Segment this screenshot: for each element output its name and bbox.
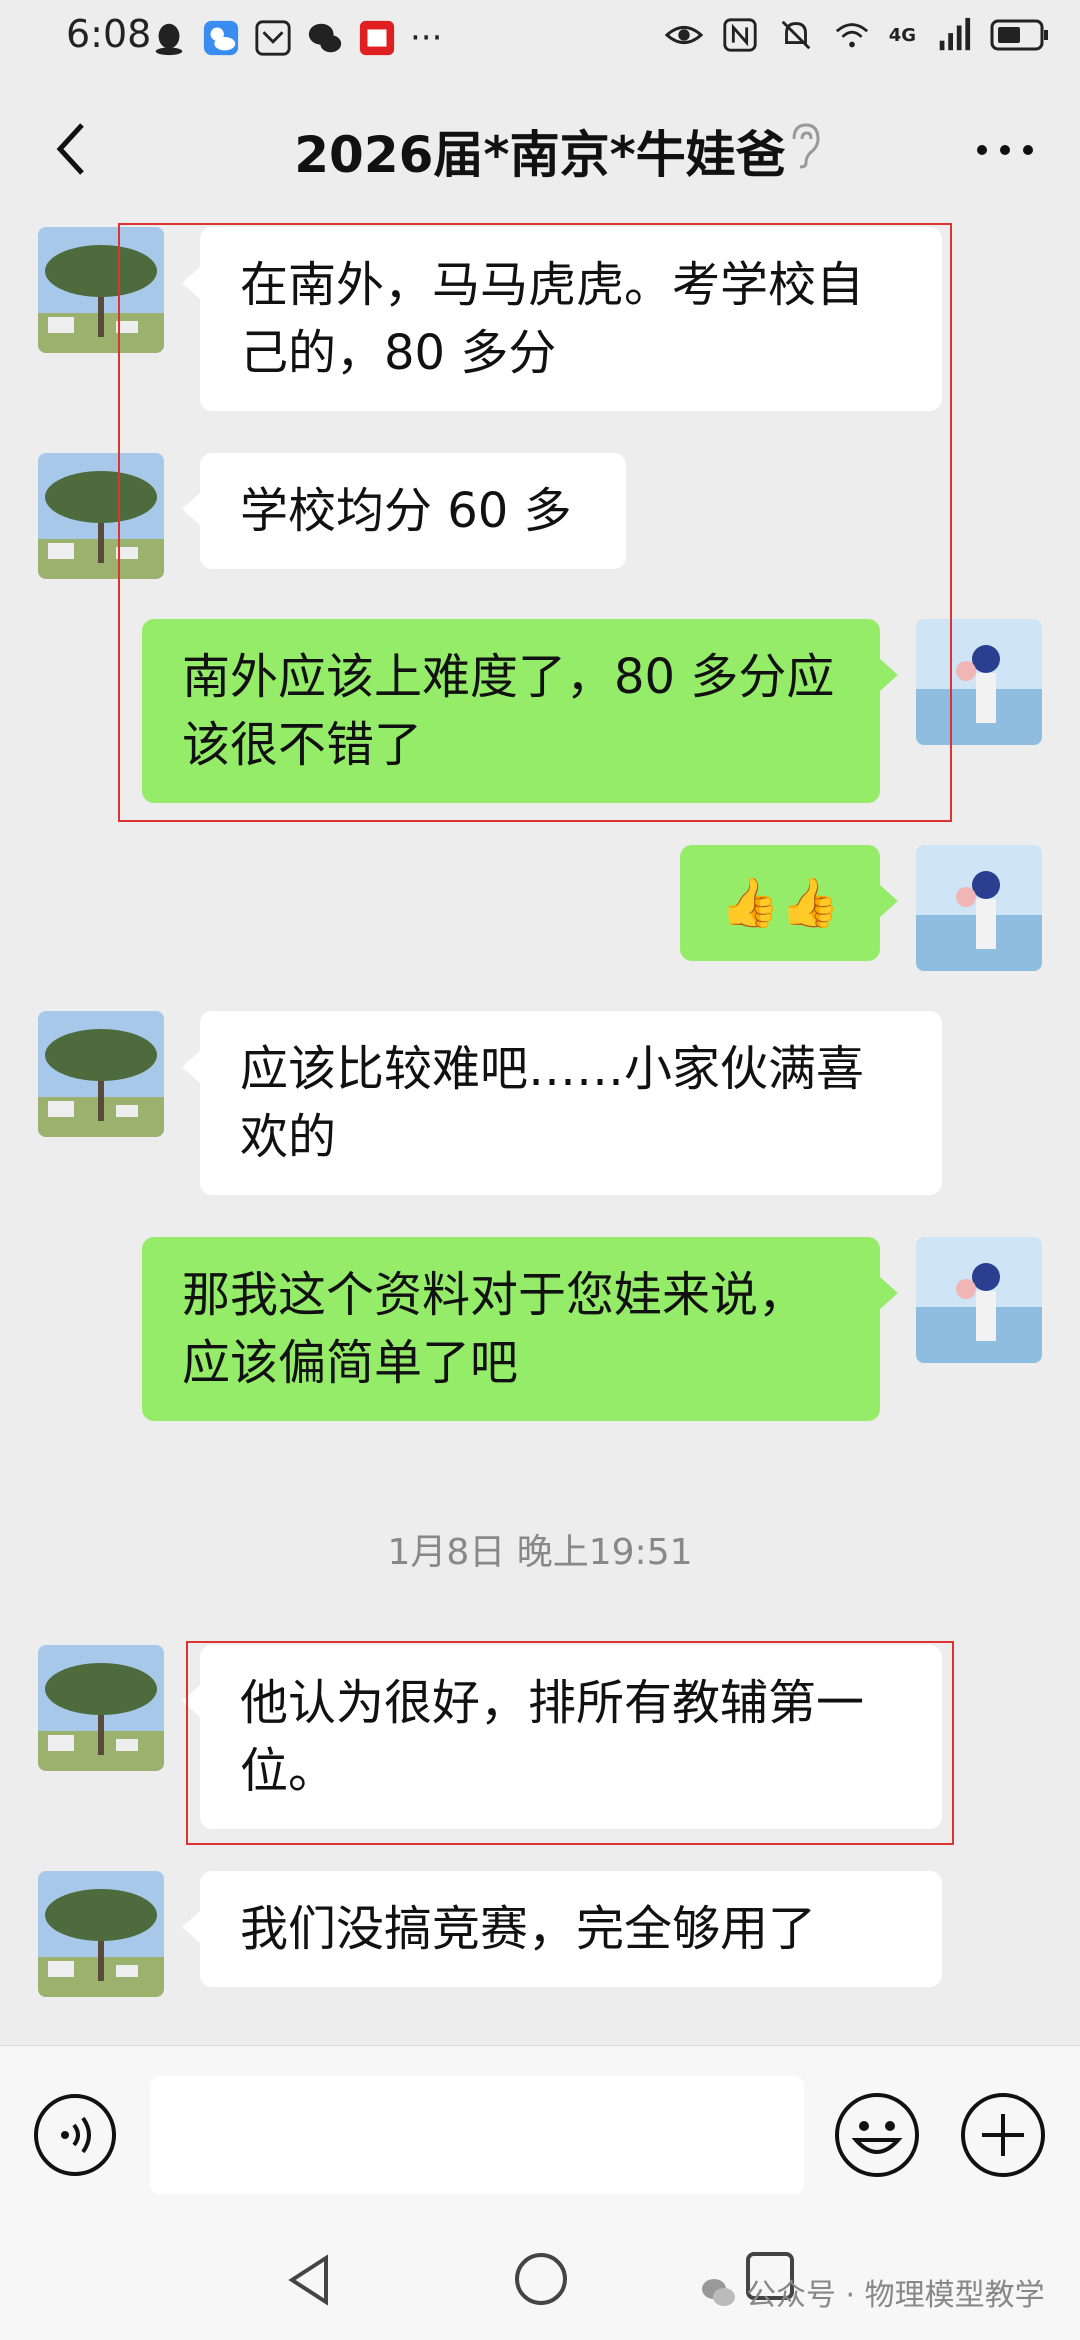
input-bar [0,2045,1080,2221]
voice-icon[interactable] [32,2092,118,2178]
battery-icon [990,19,1048,51]
avatar-self[interactable] [916,619,1042,745]
message-bubble: 他认为很好，排所有教辅第一位。 [182,1645,942,1829]
message-bubble: 那我这个资料对于您娃来说，应该偏简单了吧 [142,1237,898,1421]
avatar-other[interactable] [38,1645,164,1771]
message-bubble: 我们没搞竞赛，完全够用了 [182,1871,942,1987]
signal-icon [939,17,971,51]
network-label: 4G [888,24,916,46]
message-bubble: 在南外，马马虎虎。考学校自己的，80 多分 [182,227,942,411]
ear-icon [792,123,820,169]
message-bubble: 南外应该上难度了，80 多分应该很不错了 [142,619,898,803]
more-dots-icon: ··· [410,18,443,58]
qq-icon [155,23,183,56]
status-time: 6:08 [66,12,152,56]
nav-back-icon[interactable] [282,2252,338,2308]
plus-icon[interactable] [958,2090,1048,2180]
avatar-self[interactable] [916,1237,1042,1363]
system-nav-bar: 公众号 · 物理模型教学 [0,2220,1080,2340]
app-icon [255,20,291,56]
nav-home-icon[interactable] [512,2250,570,2308]
chat-title: 2026届*南京*牛娃爸 [294,126,786,184]
video-icon [359,20,395,56]
chat-header: 2026届*南京*牛娃爸 [0,95,1080,205]
eye-icon [664,25,703,45]
avatar-self[interactable] [916,845,1042,971]
status-bar: 6:08 ··· 4G [0,0,1080,80]
mute-icon [781,20,810,50]
wechat-icon [702,2279,735,2306]
chat-area: 在南外，马马虎虎。考学校自己的，80 多分 学校均分 60 多 南外应该上难度了… [0,205,1080,2045]
watermark-text: 公众号 · 物理模型教学 [746,2278,1045,2313]
emoji-icon[interactable] [832,2090,922,2180]
avatar-other[interactable] [38,1871,164,1997]
message-bubble: 👍👍 [680,845,898,961]
wifi-icon [835,23,868,48]
wechat-icon [308,23,342,53]
watermark: 公众号 · 物理模型教学 [700,2270,1045,2314]
message-input[interactable] [150,2076,804,2194]
message-bubble: 学校均分 60 多 [182,453,626,569]
more-icon[interactable] [970,125,1040,175]
nfc-icon [723,18,757,52]
message-bubble: 应该比较难吧……小家伙满喜欢的 [182,1011,942,1195]
avatar-other[interactable] [38,453,164,579]
avatar-other[interactable] [38,227,164,353]
chat-timestamp: 1月8日 晚上19:51 [387,1532,693,1573]
weather-icon [203,20,239,56]
avatar-other[interactable] [38,1011,164,1137]
